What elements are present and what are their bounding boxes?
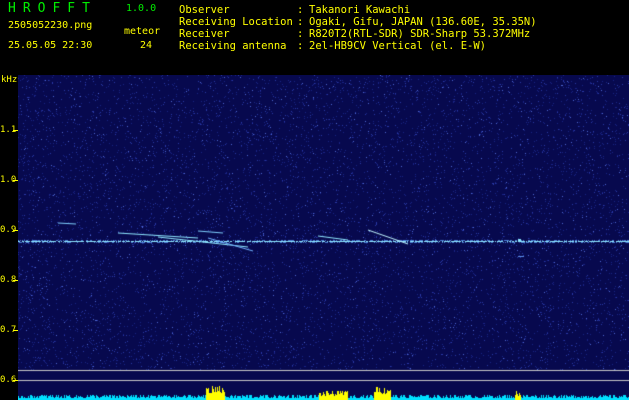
filename-label: 2505052230.png bbox=[8, 20, 93, 31]
timestamp-label: 25.05.05 22:30 bbox=[8, 40, 93, 51]
y-axis-unit: kHz bbox=[1, 75, 18, 85]
meteor-label: meteor bbox=[124, 26, 161, 37]
info-row-antenna: Receiving antenna:2el-HB9CV Vertical (el… bbox=[179, 40, 487, 52]
spectrogram-plot bbox=[18, 75, 629, 400]
info-row-location: Receiving Location: Ogaki, Gifu, JAPAN (1… bbox=[179, 16, 537, 28]
station-info: Observer: Takanori Kawachi Receiving Loca… bbox=[179, 4, 537, 52]
meteor-count: 24 bbox=[140, 40, 153, 51]
app-name: HROFFT bbox=[8, 1, 97, 16]
app-version: 1.0.0 bbox=[126, 3, 157, 14]
spectrogram-canvas bbox=[18, 75, 629, 400]
info-row-observer: Observer: Takanori Kawachi bbox=[179, 4, 411, 16]
header-panel: HROFFT 1.0.0 2505052230.png 25.05.05 22:… bbox=[0, 0, 629, 75]
info-row-receiver: Receiver: R820T2(RTL-SDR) SDR-Sharp 53.37… bbox=[179, 28, 531, 40]
